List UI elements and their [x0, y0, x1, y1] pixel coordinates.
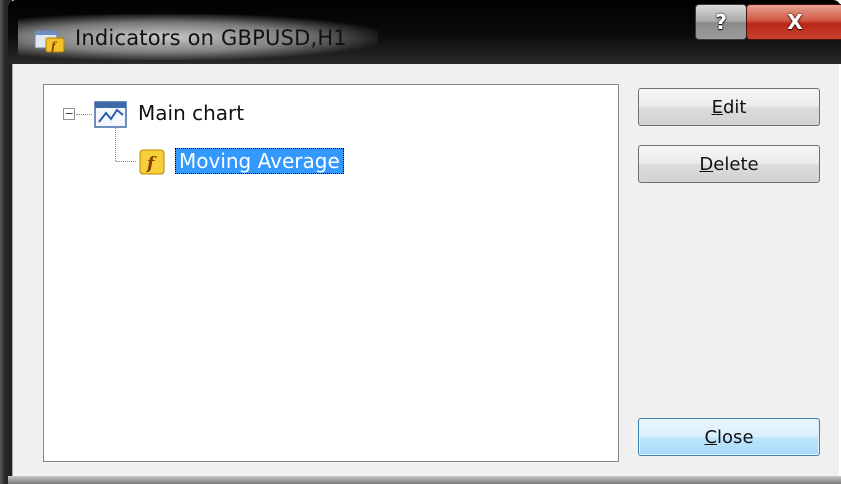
tree-connector — [116, 161, 136, 162]
delete-label: elete — [713, 153, 759, 175]
tree-connector — [115, 127, 116, 161]
delete-button[interactable]: Delete — [638, 145, 820, 183]
indicator-window-icon: f — [34, 30, 65, 53]
chart-window-icon — [94, 101, 127, 128]
window-title: Indicators on GBPUSD,H1 — [75, 26, 347, 50]
edit-mnemonic: E — [711, 96, 723, 118]
help-button[interactable]: ? — [695, 4, 747, 40]
close-mnemonic: C — [704, 426, 718, 448]
window-frame-bottom — [8, 476, 841, 484]
tree-item-main-chart[interactable]: Main chart — [138, 101, 244, 125]
close-window-button[interactable]: X — [746, 4, 841, 40]
indicator-tree[interactable]: − Main chart f Moving Average — [43, 84, 619, 462]
title-bar[interactable]: f Indicators on GBPUSD,H1 ? X — [8, 0, 841, 64]
dialog-body: − Main chart f Moving Average Edit Delet… — [12, 64, 839, 476]
edit-label: dit — [722, 96, 747, 118]
tree-item-moving-average[interactable]: Moving Average — [175, 148, 344, 174]
collapse-toggle[interactable]: − — [63, 108, 75, 120]
close-label: lose — [717, 426, 754, 448]
delete-mnemonic: D — [699, 153, 714, 175]
edit-button[interactable]: Edit — [638, 88, 820, 126]
tree-connector — [76, 114, 92, 115]
close-button[interactable]: Close — [638, 418, 820, 456]
function-icon: f — [139, 149, 165, 175]
window-frame-edge — [0, 0, 12, 484]
